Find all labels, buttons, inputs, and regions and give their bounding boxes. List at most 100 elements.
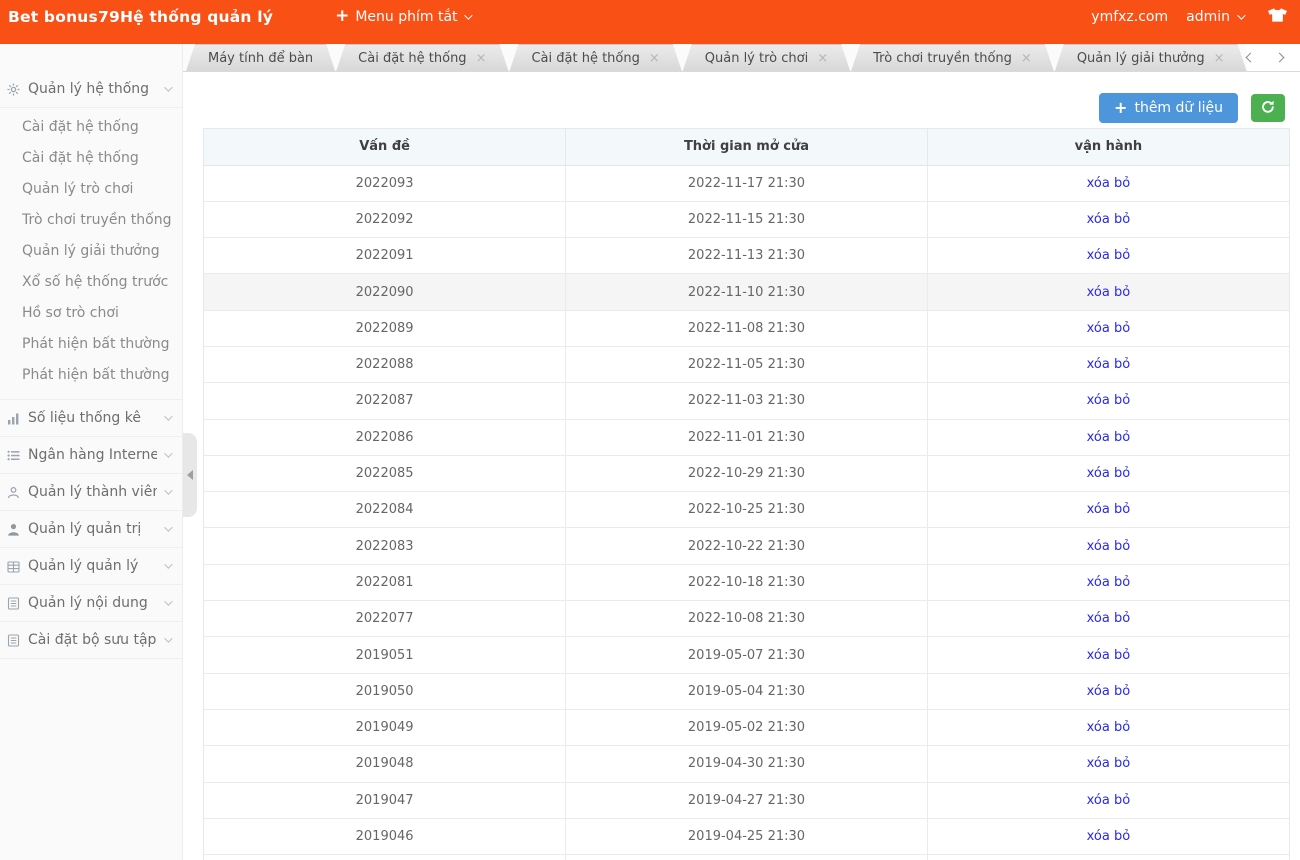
issue-number: 2022089: [204, 310, 566, 346]
sidebar-subitem[interactable]: Trò chơi truyền thống: [0, 205, 182, 236]
sidebar-section[interactable]: Quản lý quản lý: [0, 548, 182, 585]
delete-link[interactable]: xóa bỏ: [1087, 539, 1131, 554]
add-data-button[interactable]: + thêm dữ liệu: [1099, 93, 1238, 123]
actions-cell: xóa bỏ: [927, 637, 1289, 673]
close-icon[interactable]: ×: [1214, 52, 1225, 65]
refresh-button[interactable]: [1251, 94, 1285, 122]
actions-cell: xóa bỏ: [927, 455, 1289, 491]
open-time: 2022-11-08 21:30: [566, 310, 928, 346]
delete-link[interactable]: xóa bỏ: [1087, 212, 1131, 227]
delete-link[interactable]: xóa bỏ: [1087, 575, 1131, 590]
sidebar-subitem[interactable]: Cài đặt hệ thống: [0, 143, 182, 174]
delete-link[interactable]: xóa bỏ: [1087, 466, 1131, 481]
tab[interactable]: Cài đặt hệ thống×: [336, 44, 508, 71]
sidebar-collapse-handle[interactable]: [183, 433, 197, 517]
sidebar-section[interactable]: Quản lý quản trị: [0, 511, 182, 548]
chevron-down-icon: [164, 83, 172, 91]
sidebar-subitem[interactable]: Cài đặt hệ thống: [0, 112, 182, 143]
sidebar-subitem[interactable]: Quản lý trò chơi: [0, 174, 182, 205]
chevron-left-icon[interactable]: [1246, 53, 1256, 63]
delete-link[interactable]: xóa bỏ: [1087, 684, 1131, 699]
delete-link[interactable]: xóa bỏ: [1087, 611, 1131, 626]
gear-icon: [6, 83, 21, 96]
issue-number: 2022085: [204, 455, 566, 491]
tab[interactable]: Quản lý giải thưởng×: [1055, 44, 1247, 71]
chevron-down-icon: [164, 634, 172, 642]
sidebar-section[interactable]: Quản lý hệ thống: [0, 71, 182, 108]
issue-number: 2022086: [204, 419, 566, 455]
actions-cell: xóa bỏ: [927, 201, 1289, 237]
list-icon: [6, 449, 21, 462]
actions-cell: xóa bỏ: [927, 165, 1289, 201]
chevron-right-icon[interactable]: [1275, 53, 1285, 63]
actions-cell: xóa bỏ: [927, 274, 1289, 310]
sidebar-section[interactable]: Cài đặt bộ sưu tập: [0, 622, 182, 659]
open-time: 2022-11-15 21:30: [566, 201, 928, 237]
delete-link[interactable]: xóa bỏ: [1087, 357, 1131, 372]
delete-link[interactable]: xóa bỏ: [1087, 321, 1131, 336]
close-icon[interactable]: ×: [817, 52, 828, 65]
sidebar-subitem[interactable]: Phát hiện bất thường: [0, 329, 182, 360]
delete-link[interactable]: xóa bỏ: [1087, 648, 1131, 663]
issue-number: 2022087: [204, 383, 566, 419]
open-time: 2022-11-17 21:30: [566, 165, 928, 201]
sidebar-subitem[interactable]: Hồ sơ trò chơi: [0, 298, 182, 329]
delete-link[interactable]: xóa bỏ: [1087, 756, 1131, 771]
tab[interactable]: Cài đặt hệ thống×: [509, 44, 681, 71]
sidebar: Quản lý hệ thốngCài đặt hệ thốngCài đặt …: [0, 44, 183, 860]
actions-cell: xóa bỏ: [927, 746, 1289, 782]
close-icon[interactable]: ×: [649, 52, 660, 65]
delete-link[interactable]: xóa bỏ: [1087, 829, 1131, 844]
shortcut-menu-button[interactable]: + Menu phím tắt: [335, 8, 469, 25]
plus-icon: +: [1114, 100, 1127, 116]
delete-link[interactable]: xóa bỏ: [1087, 285, 1131, 300]
issue-number: 2019048: [204, 746, 566, 782]
close-icon[interactable]: ×: [476, 52, 487, 65]
user-menu[interactable]: admin: [1186, 9, 1243, 25]
actions-cell: xóa bỏ: [927, 564, 1289, 600]
sidebar-section[interactable]: Ngân hàng Internet: [0, 437, 182, 474]
tab[interactable]: Trò chơi truyền thống ×: [851, 44, 1054, 71]
delete-link[interactable]: xóa bỏ: [1087, 393, 1131, 408]
delete-link[interactable]: xóa bỏ: [1087, 176, 1131, 191]
issue-number: 2022084: [204, 492, 566, 528]
theme-button[interactable]: [1267, 7, 1288, 27]
tab-label: Trò chơi truyền thống: [873, 51, 1012, 66]
table-row: 20220852022-10-29 21:30xóa bỏ: [204, 455, 1289, 491]
chevron-down-icon: [164, 449, 172, 457]
delete-link[interactable]: xóa bỏ: [1087, 248, 1131, 263]
sidebar-subitem[interactable]: Phát hiện bất thường: [0, 360, 182, 391]
sidebar-section[interactable]: Quản lý thành viên: [0, 474, 182, 511]
tab[interactable]: Máy tính để bàn: [186, 44, 335, 71]
sidebar-section-label: Quản lý hệ thống: [28, 81, 157, 97]
tab[interactable]: Quản lý trò chơi×: [683, 44, 850, 71]
actions-cell: xóa bỏ: [927, 528, 1289, 564]
open-time: 2019-05-07 21:30: [566, 637, 928, 673]
sidebar-subitem[interactable]: Xổ số hệ thống trước: [0, 267, 182, 298]
chevron-down-icon: [1237, 11, 1245, 19]
open-time: 2019-04-25 21:30: [566, 818, 928, 854]
actions-cell: xóa bỏ: [927, 709, 1289, 745]
issue-number: 2022083: [204, 528, 566, 564]
issue-number: 2022091: [204, 238, 566, 274]
actions-cell: xóa bỏ: [927, 492, 1289, 528]
delete-link[interactable]: xóa bỏ: [1087, 430, 1131, 445]
table-row: 20220812022-10-18 21:30xóa bỏ: [204, 564, 1289, 600]
actions-cell: xóa bỏ: [927, 601, 1289, 637]
delete-link[interactable]: xóa bỏ: [1087, 793, 1131, 808]
actions-cell: xóa bỏ: [927, 782, 1289, 818]
chevron-down-icon: [164, 412, 172, 420]
open-time: 2022-11-13 21:30: [566, 238, 928, 274]
sidebar-section[interactable]: Số liệu thống kê: [0, 400, 182, 437]
app-title: Bet bonus79Hệ thống quản lý: [8, 8, 273, 26]
delete-link[interactable]: xóa bỏ: [1087, 720, 1131, 735]
table-row: 20220912022-11-13 21:30 xóa bỏ: [204, 238, 1289, 274]
sidebar-section[interactable]: Quản lý nội dung: [0, 585, 182, 622]
close-icon[interactable]: ×: [1021, 52, 1032, 65]
empty-cell: [927, 855, 1289, 860]
table-row: 20220902022-11-10 21:30xóa bỏ: [204, 274, 1289, 310]
delete-link[interactable]: xóa bỏ: [1087, 502, 1131, 517]
column-header: Vấn đề: [204, 129, 566, 165]
issue-number: 2022092: [204, 201, 566, 237]
sidebar-subitem[interactable]: Quản lý giải thưởng: [0, 236, 182, 267]
